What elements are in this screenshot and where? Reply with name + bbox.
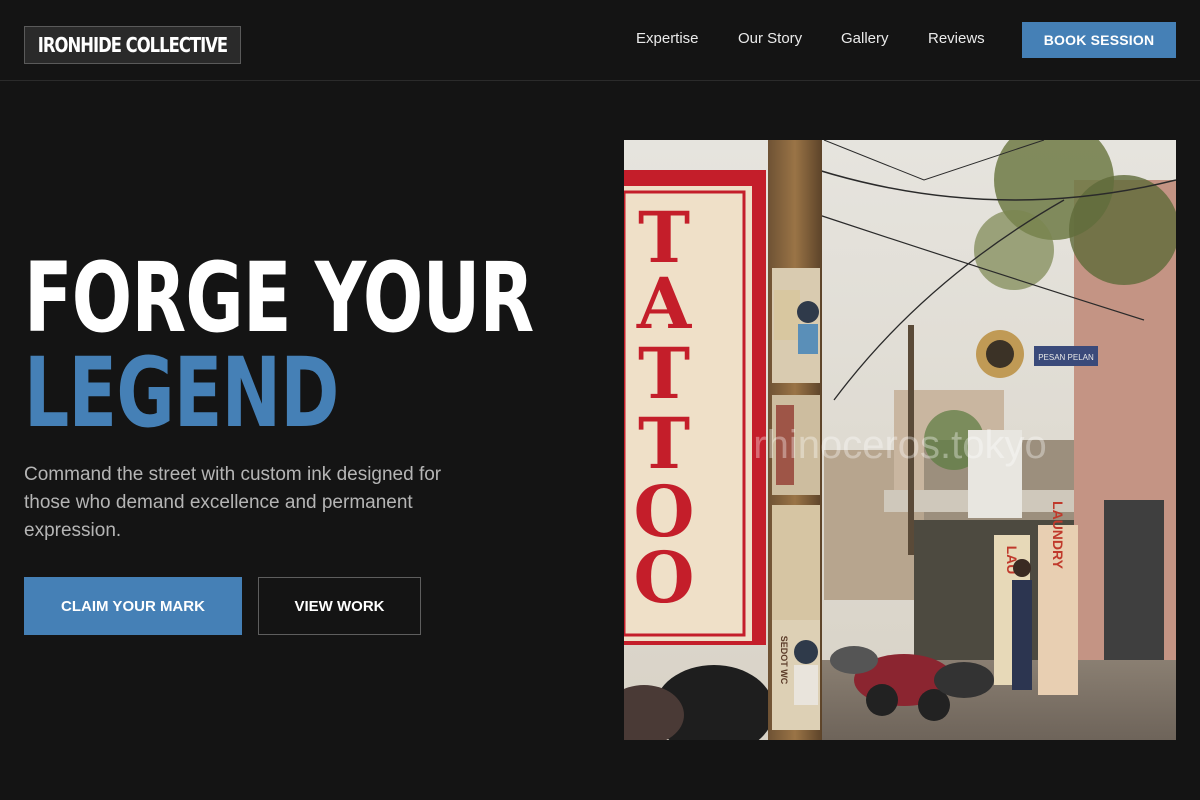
view-work-button[interactable]: VIEW WORK (258, 577, 421, 635)
small-sign-text: PESAN PELAN (1038, 353, 1094, 362)
nav-link-reviews[interactable]: Reviews (928, 30, 985, 50)
book-session-button[interactable]: BOOK SESSION (1022, 22, 1176, 58)
nav-link-gallery[interactable]: Gallery (841, 30, 889, 50)
hero-headline-line1: FORGE YOUR (24, 242, 534, 354)
claim-your-mark-button[interactable]: CLAIM YOUR MARK (24, 577, 242, 635)
hero-photo: PESAN PELAN LAU LAUNDRY T A T T O O SEDO… (624, 140, 1176, 740)
nav-link-our-story[interactable]: Our Story (738, 30, 802, 50)
nav-link-expertise[interactable]: Expertise (636, 30, 699, 50)
brand-logo[interactable]: IRONHIDE COLLECTIVE (24, 26, 241, 64)
photo-watermark: rhinoceros.tokyo (753, 423, 1046, 467)
pole-sticker-text: SEDOT WC (779, 636, 789, 685)
tattoo-sign-letter-6: O (634, 536, 695, 619)
hero-subtitle: Command the street with custom ink desig… (24, 464, 442, 541)
hero-headline-line2: LEGEND (24, 337, 339, 449)
site-header: IRONHIDE COLLECTIVE Expertise Our Story … (0, 0, 1200, 81)
brand-logo-text: IRONHIDE COLLECTIVE (37, 33, 228, 57)
laundry-sign-text: LAUNDRY (1050, 501, 1066, 570)
